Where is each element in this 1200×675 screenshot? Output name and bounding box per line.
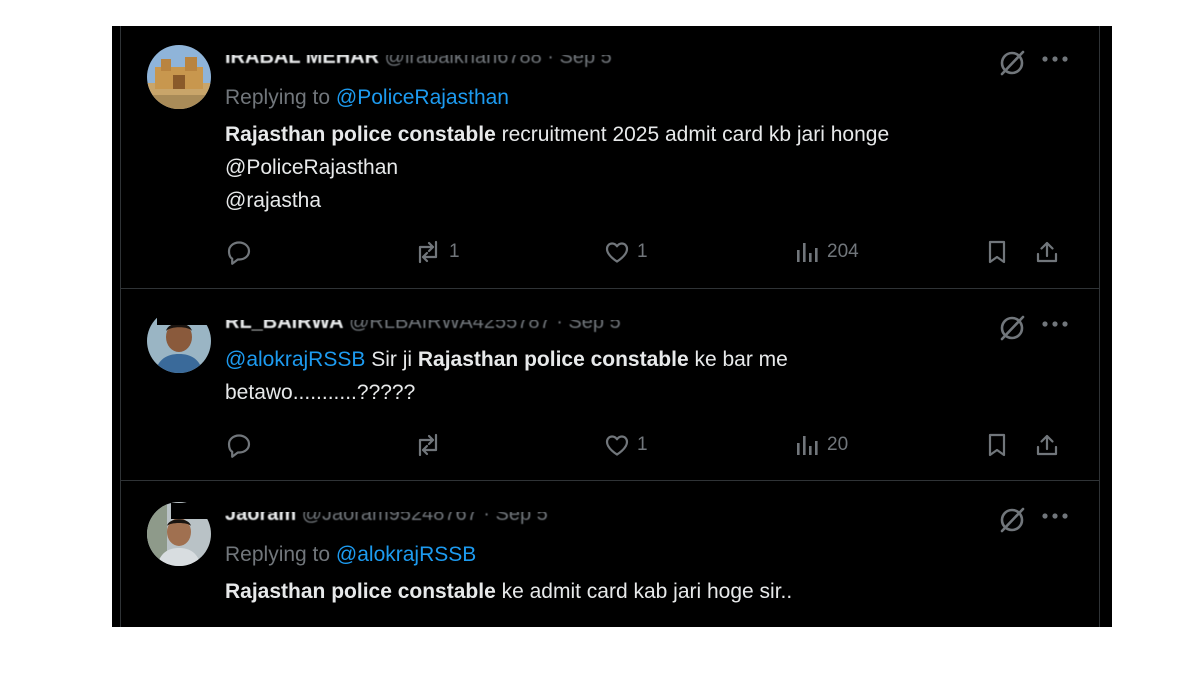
post-header: IRABAL MEHAR @irabalkhan6788 · Sep 5	[225, 46, 745, 68]
post-text-line-2: betawo...........?????	[225, 381, 416, 404]
screenshot-frame: IRABAL MEHAR @irabalkhan6788 · Sep 5 Rep…	[112, 26, 1112, 627]
repost-icon	[418, 240, 438, 264]
views-icon	[797, 243, 818, 262]
bold-text: Rajasthan police constable	[225, 580, 496, 603]
redaction-block	[157, 309, 221, 325]
views-button[interactable]: 20	[793, 431, 848, 459]
handle[interactable]: @Jaoram95248767	[302, 512, 478, 525]
reply-feed: IRABAL MEHAR @irabalkhan6788 · Sep 5 Rep…	[120, 26, 1100, 627]
handle[interactable]: @RLBAIRWA4255787	[349, 320, 551, 333]
grok-icon[interactable]	[997, 48, 1027, 78]
separator-dot: ·	[483, 503, 490, 525]
like-count: 1	[637, 434, 648, 455]
views-count: 20	[827, 434, 849, 455]
mention-link[interactable]: @alokrajRSSB	[225, 348, 365, 371]
repost-button[interactable]: 1	[413, 238, 460, 266]
mention-link[interactable]: @PoliceRajasthan	[225, 156, 398, 180]
reply-button[interactable]	[225, 431, 259, 459]
replying-to-mention[interactable]: @PoliceRajasthan	[336, 86, 509, 109]
like-icon	[605, 435, 629, 456]
post-header: RL_BAIRWA @RLBAIRWA4255787 · Sep 5	[225, 311, 745, 333]
replying-to: Replying to @PoliceRajasthan	[225, 86, 509, 109]
post-date[interactable]: Sep 5	[496, 512, 548, 525]
separator-dot: ·	[556, 311, 563, 333]
post-text-line-1: Rajasthan police constable ke admit card…	[225, 580, 793, 603]
avatar[interactable]	[147, 45, 211, 109]
reply-button[interactable]	[225, 238, 259, 266]
redaction-block	[171, 503, 221, 519]
post-date[interactable]: Sep 5	[560, 55, 612, 68]
display-name[interactable]: IRABAL MEHAR	[225, 55, 379, 68]
more-icon[interactable]	[1041, 511, 1069, 521]
handle[interactable]: @irabalkhan6788	[385, 55, 542, 68]
like-icon	[605, 242, 629, 263]
bookmark-icon[interactable]	[983, 431, 1011, 459]
like-button[interactable]: 1	[603, 431, 648, 459]
replying-to: Replying to @alokrajRSSB	[225, 543, 477, 566]
separator-dot: ·	[547, 46, 554, 68]
share-icon[interactable]	[1033, 431, 1061, 459]
bookmark-icon[interactable]	[983, 238, 1011, 266]
grok-icon[interactable]	[997, 313, 1027, 343]
grok-icon[interactable]	[997, 505, 1027, 535]
post-text-line-1: @alokrajRSSB Sir ji Rajasthan police con…	[225, 348, 788, 371]
replying-to-mention[interactable]: @alokrajRSSB	[336, 543, 476, 566]
bold-text: Rajasthan police constable	[417, 348, 689, 371]
post-2[interactable]: RL_BAIRWA @RLBAIRWA4255787 · Sep 5 @alok…	[121, 288, 1099, 481]
views-button[interactable]: 204	[793, 238, 859, 266]
more-icon[interactable]	[1041, 319, 1069, 329]
reply-icon	[227, 241, 251, 265]
post-date[interactable]: Sep 5	[568, 320, 620, 333]
display-name[interactable]: RL_BAIRWA	[225, 320, 344, 333]
share-icon[interactable]	[1033, 238, 1061, 266]
repost-icon	[418, 433, 438, 457]
display-name[interactable]: Jaoram	[225, 512, 296, 525]
more-icon[interactable]	[1041, 54, 1069, 64]
repost-button[interactable]	[413, 431, 449, 459]
post-3[interactable]: Jaoram @Jaoram95248767 · Sep 5 Replying …	[121, 480, 1099, 627]
repost-count: 1	[449, 241, 460, 262]
views-count: 204	[827, 241, 859, 262]
like-button[interactable]: 1	[603, 238, 648, 266]
post-text-line-1: Rajasthan police constable recruitment 2…	[225, 123, 890, 146]
bold-text: Rajasthan police constable	[225, 123, 496, 146]
views-icon	[797, 436, 818, 455]
reply-icon	[227, 434, 251, 458]
post-header: Jaoram @Jaoram95248767 · Sep 5	[225, 503, 745, 525]
mention-link[interactable]: @rajastha	[225, 189, 321, 213]
post-1[interactable]: IRABAL MEHAR @irabalkhan6788 · Sep 5 Rep…	[121, 26, 1099, 288]
like-count: 1	[637, 241, 648, 262]
